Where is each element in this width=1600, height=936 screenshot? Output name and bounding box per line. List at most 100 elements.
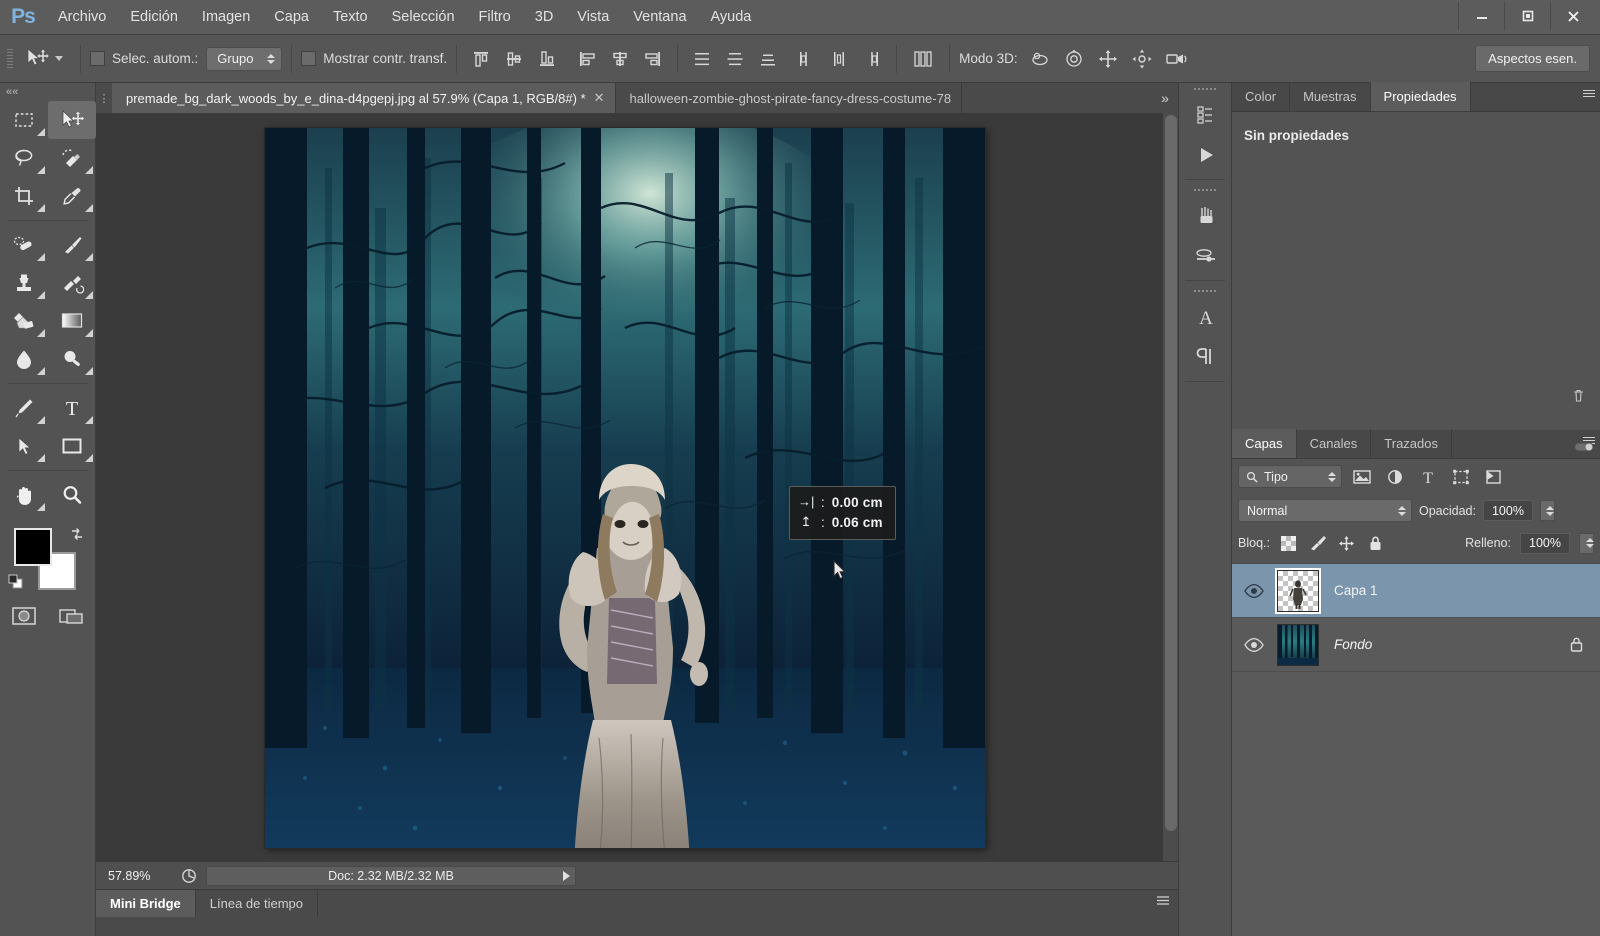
layer-visibility-icon[interactable] — [1234, 618, 1274, 672]
filter-adjustment-layers-icon[interactable] — [1382, 464, 1408, 490]
minimize-icon[interactable] — [1458, 2, 1504, 30]
tab-overflow-button[interactable]: » — [1152, 83, 1178, 113]
fill-value-field[interactable]: 100% — [1520, 532, 1570, 554]
dock-grip[interactable] — [1179, 184, 1231, 196]
distribute-top-edges-icon[interactable] — [687, 44, 717, 74]
align-vertical-centers-icon[interactable] — [499, 44, 529, 74]
layer-name[interactable]: Fondo — [1322, 637, 1372, 652]
character-panel-icon[interactable]: A — [1179, 297, 1233, 337]
brush-tool-icon[interactable] — [48, 226, 96, 264]
distribute-vertical-centers-icon[interactable] — [720, 44, 750, 74]
quick-selection-tool-icon[interactable] — [48, 139, 96, 177]
distribute-horizontal-centers-icon[interactable] — [824, 44, 854, 74]
opacity-value-field[interactable]: 100% — [1482, 500, 1533, 521]
close-icon[interactable]: ✕ — [594, 90, 605, 106]
menu-texto[interactable]: Texto — [321, 0, 380, 35]
panel-menu-icon[interactable] — [1583, 90, 1595, 97]
options-bar-grip[interactable] — [4, 44, 16, 74]
history-brush-tool-icon[interactable] — [48, 264, 96, 302]
layer-name[interactable]: Capa 1 — [1322, 583, 1378, 598]
filter-toggle-icon[interactable] — [1574, 437, 1594, 457]
lock-image-pixels-icon[interactable] — [1308, 533, 1328, 553]
lock-position-icon[interactable] — [1337, 533, 1357, 553]
scrollbar-thumb[interactable] — [1165, 115, 1177, 831]
swap-colors-icon[interactable] — [69, 526, 85, 542]
history-panel-icon[interactable] — [1179, 95, 1233, 135]
menu-ventana[interactable]: Ventana — [621, 0, 698, 35]
align-left-edges-icon[interactable] — [572, 44, 602, 74]
toolbar-collapse-button[interactable]: «« — [0, 83, 95, 101]
slide-3d-object-icon[interactable] — [1130, 47, 1154, 71]
align-right-edges-icon[interactable] — [638, 44, 668, 74]
dock-grip[interactable] — [1179, 285, 1231, 297]
tabbar-grip[interactable]: ⋮ — [96, 83, 112, 113]
eraser-tool-icon[interactable] — [0, 302, 48, 340]
menu-capa[interactable]: Capa — [262, 0, 321, 35]
filter-type-dropdown[interactable]: Tipo — [1238, 465, 1342, 488]
close-icon[interactable] — [1550, 2, 1596, 30]
drag-3d-object-icon[interactable] — [1096, 47, 1120, 71]
dodge-tool-icon[interactable] — [48, 340, 96, 378]
tab-mini-bridge[interactable]: Mini Bridge — [96, 890, 196, 917]
distribute-bottom-edges-icon[interactable] — [753, 44, 783, 74]
distribute-right-edges-icon[interactable] — [857, 44, 887, 74]
auto-align-layers-icon[interactable] — [906, 44, 940, 74]
fill-stepper[interactable] — [1579, 532, 1594, 554]
scale-3d-object-icon[interactable] — [1164, 47, 1188, 71]
tool-preset-picker[interactable] — [16, 46, 71, 72]
crop-tool-icon[interactable] — [0, 177, 48, 215]
auto-select-dropdown[interactable]: Grupo — [206, 46, 283, 71]
status-expand-icon[interactable] — [563, 870, 570, 881]
blend-mode-dropdown[interactable]: Normal — [1238, 499, 1412, 522]
layer-thumbnail-wrap[interactable] — [1274, 621, 1322, 669]
filter-shape-layers-icon[interactable] — [1448, 464, 1474, 490]
tab-trazados[interactable]: Trazados — [1371, 429, 1452, 458]
blur-tool-icon[interactable] — [0, 340, 48, 378]
zoom-tool-icon[interactable] — [48, 476, 96, 514]
table-row[interactable]: Fondo — [1232, 618, 1600, 672]
delete-icon[interactable] — [1571, 388, 1586, 403]
align-horizontal-centers-icon[interactable] — [605, 44, 635, 74]
maximize-icon[interactable] — [1504, 2, 1550, 30]
tab-propiedades[interactable]: Propiedades — [1370, 82, 1471, 111]
show-transform-checkbox[interactable] — [301, 51, 317, 66]
quick-mask-icon[interactable] — [0, 596, 48, 636]
workspace-switcher-button[interactable]: Aspectos esen. — [1475, 45, 1590, 72]
gradient-tool-icon[interactable] — [48, 302, 96, 340]
lock-transparent-pixels-icon[interactable] — [1279, 533, 1299, 553]
layer-thumbnail-wrap[interactable] — [1274, 567, 1322, 615]
chevron-down-icon[interactable] — [55, 56, 63, 61]
brush-presets-icon[interactable] — [1179, 196, 1233, 236]
eyedropper-tool-icon[interactable] — [48, 177, 96, 215]
rectangular-marquee-tool-icon[interactable] — [0, 101, 48, 139]
dock-grip[interactable] — [1179, 83, 1231, 95]
panel-menu-icon[interactable] — [1156, 895, 1170, 907]
tab-capas[interactable]: Capas — [1232, 429, 1297, 458]
document-info-field[interactable]: Doc: 2.32 MB/2.32 MB — [206, 865, 576, 886]
menu-seleccion[interactable]: Selección — [380, 0, 467, 35]
tab-muestras[interactable]: Muestras — [1290, 82, 1371, 111]
canvas-area[interactable]: →| : 0.00 cm ↥ : 0.06 cm — [96, 113, 1178, 861]
tab-linea-de-tiempo[interactable]: Línea de tiempo — [196, 890, 319, 917]
align-top-edges-icon[interactable] — [466, 44, 496, 74]
filter-type-layers-icon[interactable]: T — [1415, 464, 1441, 490]
actions-play-icon[interactable] — [1179, 135, 1233, 175]
roll-3d-object-icon[interactable] — [1062, 47, 1086, 71]
document-tab-active[interactable]: premade_bg_dark_woods_by_e_dina-d4pgepj.… — [112, 83, 616, 113]
document-canvas[interactable]: →| : 0.00 cm ↥ : 0.06 cm — [265, 128, 985, 848]
hand-tool-icon[interactable] — [0, 476, 48, 514]
lasso-tool-icon[interactable] — [0, 139, 48, 177]
rotate-3d-object-icon[interactable] — [1028, 47, 1052, 71]
adjustments-panel-icon[interactable] — [1179, 236, 1233, 276]
foreground-color-swatch[interactable] — [14, 528, 52, 566]
auto-select-checkbox[interactable] — [90, 51, 105, 66]
menu-filtro[interactable]: Filtro — [467, 0, 523, 35]
paragraph-panel-icon[interactable] — [1179, 337, 1233, 377]
canvas-vertical-scrollbar[interactable] — [1162, 113, 1178, 861]
opacity-stepper[interactable] — [1539, 500, 1555, 521]
distribute-left-edges-icon[interactable] — [791, 44, 821, 74]
tab-canales[interactable]: Canales — [1297, 429, 1372, 458]
filter-pixel-layers-icon[interactable] — [1349, 464, 1375, 490]
table-row[interactable]: Capa 1 — [1232, 564, 1600, 618]
menu-3d[interactable]: 3D — [523, 0, 566, 35]
